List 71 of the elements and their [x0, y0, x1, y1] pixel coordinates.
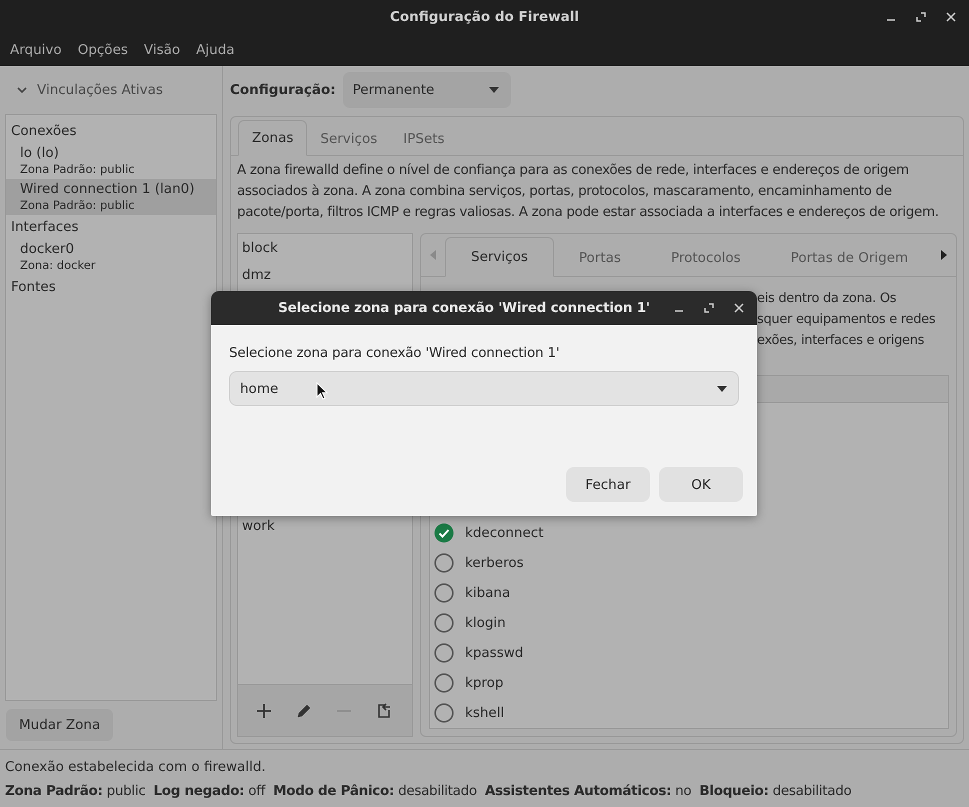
- binding-item[interactable]: Wired connection 1 (lan0) Zona Padrão: public: [6, 179, 216, 215]
- tab[interactable]: IPSets: [390, 122, 458, 156]
- service-name: kshell: [465, 705, 504, 721]
- import-icon[interactable]: [376, 702, 392, 718]
- dialog-title: Selecione zona para conexão 'Wired connection 1': [278, 300, 650, 316]
- services-description-line: squer equipamentos e redes: [757, 311, 936, 329]
- menu-item[interactable]: Ajuda: [196, 42, 235, 58]
- tab[interactable]: Portas: [554, 239, 646, 277]
- binding-zone: Zona Padrão: public: [20, 162, 136, 176]
- zone-item[interactable]: work: [238, 513, 412, 540]
- add-icon[interactable]: [256, 702, 272, 718]
- maximize-icon[interactable]: [915, 11, 927, 23]
- radio-icon[interactable]: [434, 613, 454, 633]
- radio-icon[interactable]: [434, 703, 454, 723]
- maximize-icon[interactable]: [703, 302, 715, 314]
- dropdown-icon: [488, 87, 499, 93]
- tab[interactable]: Serviços: [307, 122, 390, 156]
- service-name: klogin: [465, 615, 506, 631]
- status-field: Zona Padrão: public: [5, 782, 146, 798]
- services-description-line: eis dentro da zona. Os: [757, 290, 898, 308]
- service-name: kdeconnect: [465, 525, 544, 541]
- change-zone-button[interactable]: Mudar Zona: [6, 709, 114, 741]
- dialog-label: Selecione zona para conexão 'Wired connection 1': [229, 345, 560, 361]
- zone-item[interactable]: block: [238, 235, 412, 262]
- window-title: Configuração do Firewall: [390, 9, 580, 25]
- pencil-icon[interactable]: [296, 702, 312, 718]
- tab[interactable]: Serviços: [445, 237, 554, 277]
- binding-name: docker0: [20, 241, 76, 257]
- checked-icon[interactable]: [434, 523, 454, 543]
- radio-icon[interactable]: [434, 673, 454, 693]
- binding-item[interactable]: lo (lo) Zona Padrão: public: [6, 143, 216, 179]
- tab[interactable]: Zonas: [238, 120, 308, 156]
- binding-name: lo (lo): [20, 145, 60, 161]
- menu-item[interactable]: Visão: [144, 42, 180, 58]
- menu-item[interactable]: Arquivo: [10, 42, 62, 58]
- section-header[interactable]: Vinculações Ativas: [37, 82, 163, 98]
- dropdown-icon: [717, 386, 727, 392]
- service-name: kprop: [465, 675, 504, 691]
- binding-name: Wired connection 1 (lan0): [20, 181, 196, 197]
- menu-item[interactable]: Opções: [78, 42, 128, 58]
- scroll-right-icon[interactable]: [940, 250, 948, 260]
- group-label: Interfaces: [10, 218, 80, 237]
- close-icon[interactable]: [945, 11, 957, 23]
- radio-icon[interactable]: [434, 643, 454, 663]
- configuration-label: Configuração:: [230, 82, 336, 98]
- status-field: Assistentes Automáticos: no: [484, 782, 692, 798]
- radio-icon[interactable]: [434, 553, 454, 573]
- binding-zone: Zona Padrão: public: [20, 198, 136, 212]
- close-icon[interactable]: [733, 302, 745, 314]
- dialog-button[interactable]: Fechar: [566, 467, 650, 502]
- group-label: Fontes: [10, 278, 57, 297]
- binding-zone: Zona: docker: [20, 258, 96, 272]
- radio-icon[interactable]: [434, 583, 454, 603]
- status-field: Bloqueio: desabilitado: [699, 782, 852, 798]
- status-field: Log negado: off: [153, 782, 266, 798]
- group-label: Conexões: [10, 122, 78, 141]
- zone-dropdown[interactable]: home: [229, 371, 739, 406]
- zone-description: A zona firewalld define o nível de confiança para as conexões de rede, interfaces e endereços de origem associados à zona. A zona combina serviços, portas, protocolos, mascaramento, encaminhamento de pacote/porta, filtros ICMP e regras valiosas. A zona pode estar associada a interfaces e endereços de origem.: [237, 161, 940, 222]
- configuration-dropdown[interactable]: Permanente: [342, 72, 511, 108]
- cursor-icon: [316, 382, 328, 400]
- status-message: Conexão estabelecida com o firewalld.: [5, 758, 267, 774]
- tab[interactable]: Portas de Origem: [766, 239, 934, 277]
- dialog-button[interactable]: OK: [659, 467, 743, 502]
- services-description-line: exões, interfaces e origens: [757, 332, 926, 350]
- binding-item[interactable]: docker0 Zona: docker: [6, 239, 216, 275]
- status-field: Modo de Pânico: desabilitado: [273, 782, 477, 798]
- service-name: kibana: [465, 585, 510, 601]
- service-name: kerberos: [465, 555, 524, 571]
- zone-item[interactable]: dmz: [238, 262, 412, 289]
- tab[interactable]: Protocolos: [646, 239, 766, 277]
- service-name: kpasswd: [465, 645, 524, 661]
